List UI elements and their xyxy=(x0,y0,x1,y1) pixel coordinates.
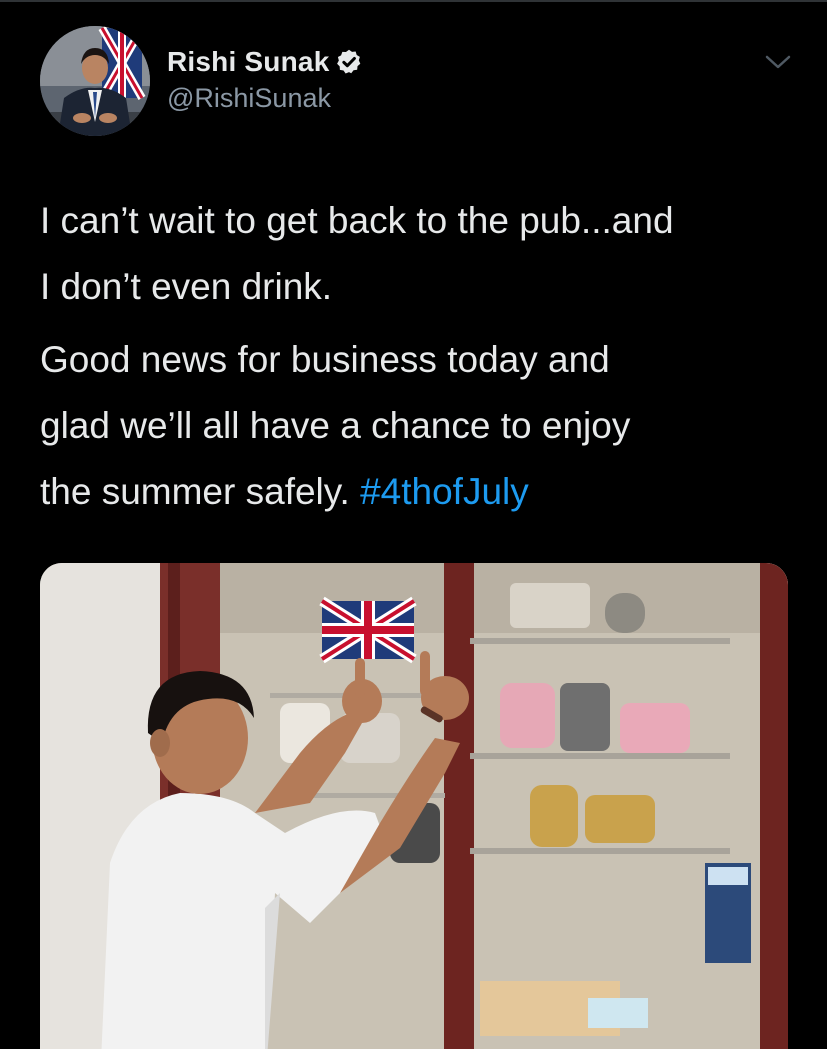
tweet-text-paragraph-1: I can’t wait to get back to the pub...an… xyxy=(40,188,800,320)
tweet-line: the summer safely. #4thofJuly xyxy=(40,459,800,525)
author-name-row: Rishi Sunak xyxy=(167,44,363,80)
tweet-text-paragraph-2: Good news for business today and glad we… xyxy=(40,327,800,525)
tweet-line: glad we’ll all have a chance to enjoy xyxy=(40,405,631,446)
photo-scene xyxy=(40,563,788,1049)
verified-badge-icon xyxy=(335,48,363,76)
display-name[interactable]: Rishi Sunak xyxy=(167,46,329,78)
avatar[interactable] xyxy=(40,26,150,136)
tweet-line: I don’t even drink. xyxy=(40,266,333,307)
tweet: Rishi Sunak @RishiSunak I can’t wait to … xyxy=(0,0,827,1049)
hashtag-link[interactable]: #4thofJuly xyxy=(360,471,529,512)
tweet-line: I can’t wait to get back to the pub...an… xyxy=(40,200,674,241)
divider xyxy=(0,0,827,2)
tweet-line-text: the summer safely. xyxy=(40,471,361,512)
avatar-image xyxy=(40,26,150,136)
handle[interactable]: @RishiSunak xyxy=(167,83,331,114)
tweet-line: Good news for business today and xyxy=(40,339,610,380)
tweet-photo[interactable] xyxy=(40,563,788,1049)
chevron-down-icon[interactable] xyxy=(764,52,792,72)
